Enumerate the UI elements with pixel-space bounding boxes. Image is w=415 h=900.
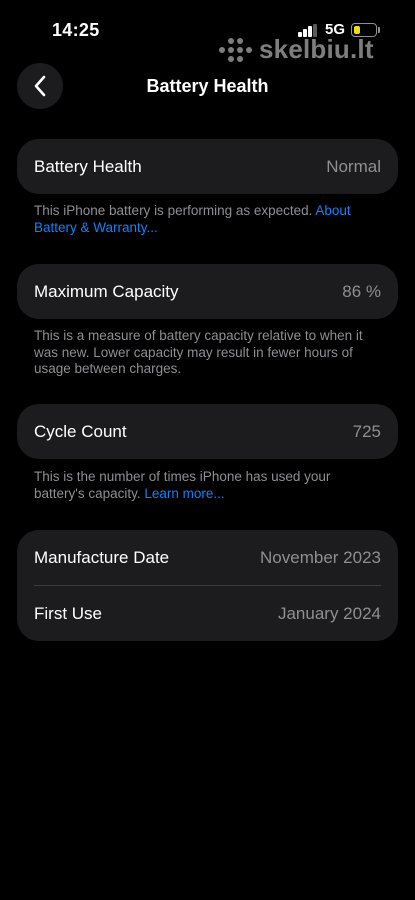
- manufacture-date-label: Manufacture Date: [34, 547, 170, 567]
- maximum-capacity-value: 86 %: [342, 281, 381, 301]
- cycle-count-label: Cycle Count: [34, 421, 127, 441]
- battery-tip: [378, 27, 380, 33]
- battery-health-note-text: This iPhone battery is performing as exp…: [34, 203, 316, 218]
- first-use-value: January 2024: [277, 603, 381, 623]
- cycle-count-value: 725: [352, 421, 381, 441]
- maximum-capacity-row: Maximum Capacity 86 %: [17, 264, 398, 319]
- watermark-logo-icon: [219, 35, 253, 65]
- maximum-capacity-label: Maximum Capacity: [34, 281, 179, 301]
- page-title: Battery Health: [146, 76, 269, 96]
- watermark-text: skelbiu.lt: [259, 34, 374, 64]
- first-use-row: First Use January 2024: [17, 586, 398, 641]
- learn-more-link[interactable]: Learn more...: [144, 486, 224, 501]
- battery-health-card: Battery Health Normal: [17, 139, 398, 194]
- cycle-count-row: Cycle Count 725: [17, 404, 398, 459]
- battery-health-value: Normal: [326, 156, 381, 176]
- manufacture-date-value: November 2023: [260, 547, 381, 567]
- maximum-capacity-footnote: This is a measure of battery capacity re…: [34, 328, 363, 376]
- watermark: skelbiu.lt: [219, 34, 374, 65]
- maximum-capacity-card: Maximum Capacity 86 %: [17, 264, 398, 319]
- cycle-count-footnote: This is the number of times iPhone has u…: [34, 469, 384, 502]
- battery-level-fill: [353, 25, 360, 34]
- first-use-label: First Use: [34, 603, 102, 623]
- battery-health-footnote: This iPhone battery is performing as exp…: [34, 203, 384, 236]
- dates-card: Manufacture Date November 2023 First Use…: [17, 530, 398, 641]
- manufacture-date-row: Manufacture Date November 2023: [17, 530, 398, 585]
- status-time: 14:25: [52, 20, 100, 40]
- battery-health-label: Battery Health: [34, 156, 142, 176]
- battery-health-row: Battery Health Normal: [17, 139, 398, 194]
- cycle-count-card: Cycle Count 725: [17, 404, 398, 459]
